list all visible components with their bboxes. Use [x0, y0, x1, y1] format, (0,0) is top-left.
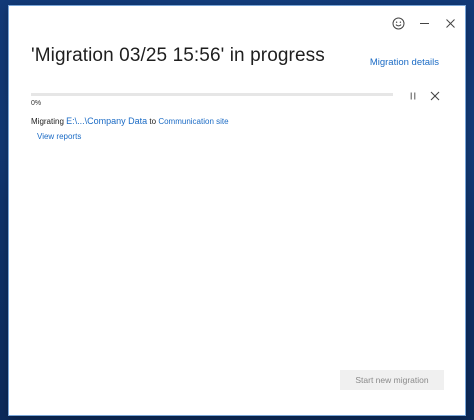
title-bar-controls: [387, 6, 465, 40]
close-icon[interactable]: [439, 12, 461, 34]
minimize-icon[interactable]: [413, 12, 435, 34]
migration-details-link[interactable]: Migration details: [370, 57, 439, 68]
close-icon: [430, 91, 440, 101]
progress-percent: 0%: [31, 100, 42, 107]
migration-status: Migrating E:\...\Company Data to Communi…: [31, 116, 229, 126]
start-new-migration-button[interactable]: Start new migration: [340, 370, 444, 390]
destination-link[interactable]: Communication site: [158, 117, 228, 126]
view-reports-link[interactable]: View reports: [37, 132, 81, 141]
progress-bar: [31, 93, 393, 96]
source-path-link[interactable]: E:\...\Company Data: [66, 116, 147, 126]
migration-window: 'Migration 03/25 15:56' in progress Migr…: [9, 6, 465, 415]
connector-label: to: [149, 117, 157, 126]
pause-icon: [410, 92, 416, 100]
migrating-label: Migrating: [31, 117, 64, 126]
smiley-icon[interactable]: [387, 12, 409, 34]
page-title: 'Migration 03/25 15:56' in progress: [31, 45, 325, 66]
cancel-migration-button[interactable]: [428, 89, 442, 103]
pause-button[interactable]: [406, 89, 420, 103]
